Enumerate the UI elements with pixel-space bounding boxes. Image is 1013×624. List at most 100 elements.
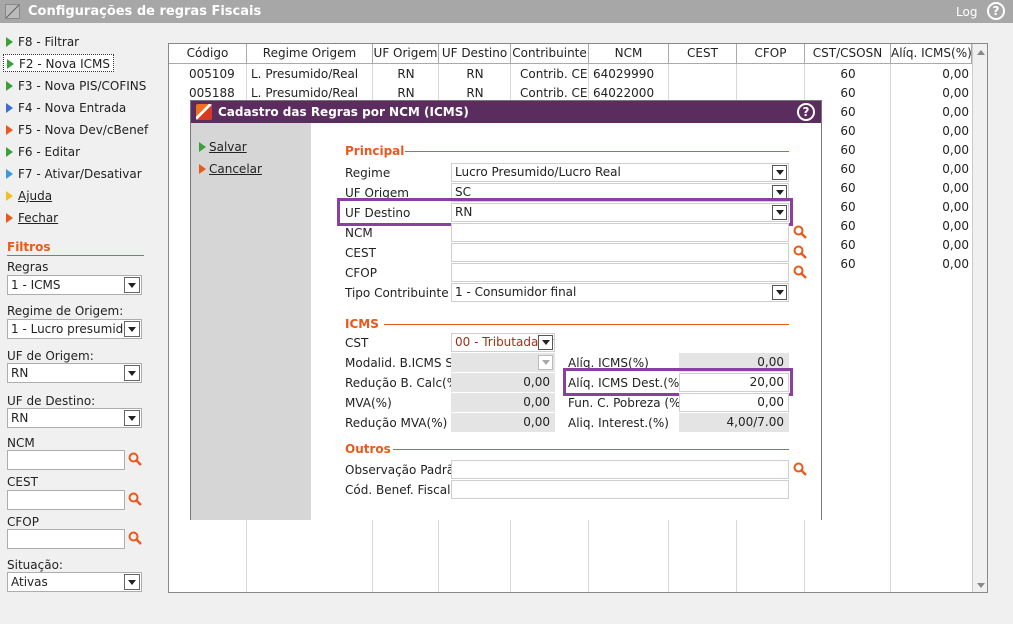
salvar-button[interactable]: Salvar [199, 140, 247, 154]
grid-header: Código Regime Origem UF Origem UF Destin… [169, 44, 987, 64]
section-divider [384, 324, 789, 325]
search-icon[interactable] [128, 492, 142, 506]
column-header[interactable]: CFOP [737, 44, 805, 64]
situacao-label: Situação: [7, 558, 63, 572]
reducao-mva-label: Redução MVA(%) [345, 416, 448, 430]
uf-destino-label: UF de Destino: [7, 394, 96, 408]
column-header[interactable]: NCM [589, 44, 669, 64]
cest-label: CEST [345, 246, 376, 260]
chevron-down-icon[interactable] [772, 285, 787, 300]
help-icon[interactable]: ? [797, 103, 815, 121]
cfop-label: CFOP [345, 266, 377, 280]
search-icon[interactable] [128, 531, 142, 545]
ncm-label: NCM [345, 226, 373, 240]
uf-destino-highlight [337, 198, 793, 226]
uf-destino-select[interactable]: RN [7, 408, 142, 428]
column-header[interactable]: CEST [669, 44, 737, 64]
menu-ativar-desativar[interactable]: F7 - Ativar/Desativar [6, 165, 142, 183]
uf-origem-select[interactable]: RN [7, 363, 142, 383]
reducao-label: Redução B. Calc(%) [345, 376, 463, 390]
menu-nova-entrada[interactable]: F4 - Nova Entrada [6, 99, 126, 117]
fun-pobreza-input[interactable]: 0,00 [679, 393, 789, 412]
reducao-input: 0,00 [451, 373, 555, 392]
search-icon[interactable] [793, 245, 807, 259]
section-outros-title: Outros [345, 442, 391, 456]
column-header[interactable]: Regime Origem [247, 44, 373, 64]
play-icon [6, 125, 13, 135]
chevron-down-icon[interactable] [772, 165, 787, 180]
cod-benef-input[interactable] [451, 480, 789, 499]
filters-title: Filtros [7, 240, 51, 254]
log-link[interactable]: Log [956, 5, 977, 19]
filters-divider [7, 255, 144, 256]
table-cell: L. Presumido/Real [251, 67, 359, 81]
search-icon[interactable] [128, 452, 142, 466]
cest-input[interactable] [7, 490, 125, 510]
play-icon [199, 142, 206, 152]
column-header[interactable]: Contribuinte [511, 44, 589, 64]
menu-ajuda[interactable]: Ajuda [6, 187, 52, 205]
column-header[interactable]: CST/CSOSN [805, 44, 891, 64]
search-icon[interactable] [793, 225, 807, 239]
table-cell: 0,00 [942, 124, 969, 138]
menu-filtrar[interactable]: F8 - Filtrar [6, 33, 79, 51]
help-icon[interactable]: ? [987, 2, 1005, 20]
menu-editar[interactable]: F6 - Editar [6, 143, 80, 161]
modalid-select [451, 353, 555, 372]
table-cell: 0,00 [942, 162, 969, 176]
ncm-input[interactable] [7, 450, 125, 470]
table-cell: 0,00 [942, 219, 969, 233]
chevron-down-icon[interactable] [538, 335, 553, 350]
dialog-titlebar: Cadastro das Regras por NCM (ICMS) ? [191, 101, 821, 123]
window-titlebar: Configurações de regras Fiscais Log ? [0, 0, 1013, 23]
regime-origem-label: Regime de Origem: [7, 304, 124, 318]
table-cell: Contrib. CE [520, 67, 588, 81]
section-principal-title: Principal [345, 144, 405, 158]
app-logo-icon [196, 104, 212, 120]
chevron-down-icon[interactable] [124, 574, 140, 590]
regime-origem-select[interactable]: 1 - Lucro presumido [7, 319, 142, 339]
scroll-up-icon[interactable] [977, 50, 985, 55]
menu-nova-pis-cofins[interactable]: F3 - Nova PIS/COFINS [6, 77, 146, 95]
dialog-actions: Salvar Cancelar [191, 123, 311, 520]
column-header[interactable]: UF Destino [439, 44, 511, 64]
cancelar-button[interactable]: Cancelar [199, 162, 262, 176]
cfop-input[interactable] [7, 529, 125, 549]
play-icon [6, 37, 13, 47]
grid-scrollbar[interactable] [972, 44, 987, 592]
search-icon[interactable] [793, 265, 807, 279]
cst-select[interactable]: 00 - Tributada integralmente [451, 333, 555, 352]
table-cell: 0,00 [942, 200, 969, 214]
dialog-form: Principal Regime Lucro Presumido/Lucro R… [311, 123, 821, 520]
column-header[interactable]: Alíq. ICMS(%) [891, 44, 972, 64]
cfop-input[interactable] [451, 263, 789, 282]
tipo-contribuinte-label: Tipo Contribuinte [345, 286, 449, 300]
search-icon[interactable] [793, 462, 807, 476]
scroll-down-icon[interactable] [977, 583, 985, 588]
chevron-down-icon[interactable] [124, 277, 140, 293]
chevron-down-icon[interactable] [124, 365, 140, 381]
cest-label: CEST [7, 475, 38, 489]
play-icon [199, 164, 206, 174]
section-divider [393, 449, 789, 450]
window-title: Configurações de regras Fiscais [28, 4, 262, 19]
uf-origem-label: UF de Origem: [7, 349, 94, 363]
chevron-down-icon[interactable] [124, 410, 140, 426]
situacao-select[interactable]: Ativas [7, 572, 142, 592]
column-header[interactable]: Código [169, 44, 247, 64]
menu-fechar[interactable]: Fechar [6, 209, 58, 227]
column-header[interactable]: UF Origem [373, 44, 439, 64]
table-cell: 0,00 [942, 181, 969, 195]
chevron-down-icon[interactable] [124, 321, 140, 337]
menu-nova-dev-cbenef[interactable]: F5 - Nova Dev/cBenef [6, 121, 148, 139]
regime-select[interactable]: Lucro Presumido/Lucro Real [451, 163, 789, 182]
section-divider [405, 151, 789, 152]
ncm-rule-dialog: Cadastro das Regras por NCM (ICMS) ? Sal… [190, 100, 822, 520]
cest-input[interactable] [451, 243, 789, 262]
table-row[interactable]: 005109 L. Presumido/Real RN RN Contrib. CE 64… [169, 65, 972, 84]
observacao-input[interactable] [451, 460, 789, 479]
ncm-input[interactable] [451, 223, 789, 242]
tipo-contribuinte-select[interactable]: 1 - Consumidor final [451, 283, 789, 302]
menu-nova-icms[interactable]: F2 - Nova ICMS [3, 54, 114, 72]
regras-select[interactable]: 1 - ICMS [7, 275, 142, 295]
